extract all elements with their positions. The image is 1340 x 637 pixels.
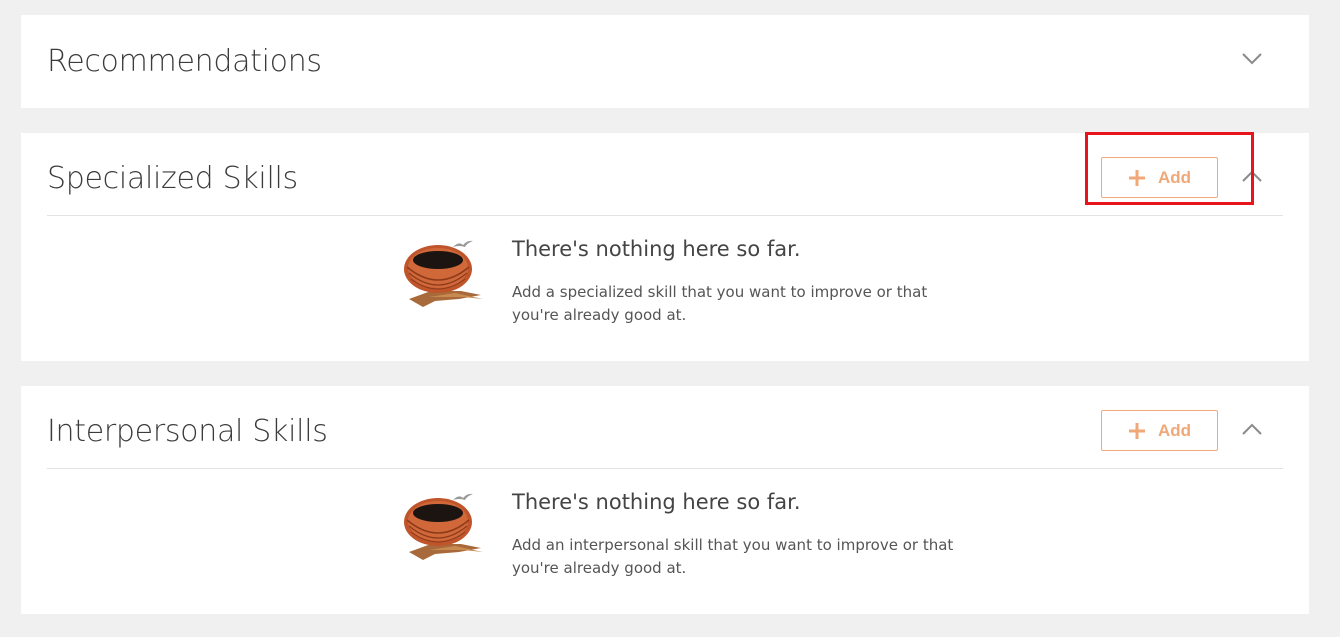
chevron-up-icon[interactable]: [1237, 414, 1267, 444]
bird-nest-illustration: [404, 493, 483, 560]
section-divider: [47, 468, 1283, 469]
recommendations-section: Recommendations: [21, 15, 1309, 108]
empty-state-text: Add a specialized skill that you want to…: [512, 283, 928, 324]
empty-state: There's nothing here so far. Add an inte…: [401, 488, 1001, 588]
plus-icon: [1128, 169, 1146, 187]
empty-state: There's nothing here so far. Add a speci…: [401, 235, 1001, 335]
add-interpersonal-skill-button[interactable]: Add: [1101, 410, 1218, 451]
recommendations-title: Recommendations: [47, 44, 322, 79]
chevron-up-icon[interactable]: [1237, 161, 1267, 191]
add-button-label: Add: [1157, 167, 1192, 187]
specialized-skills-title: Specialized Skills: [47, 161, 298, 196]
section-divider: [47, 215, 1283, 216]
add-button-label: Add: [1157, 420, 1192, 440]
plus-icon: [1128, 422, 1146, 440]
chevron-down-icon[interactable]: [1237, 44, 1267, 74]
empty-state-text: Add an interpersonal skill that you want…: [512, 536, 954, 577]
empty-state-title: There's nothing here so far.: [512, 237, 801, 261]
specialized-skills-section: Specialized Skills Add There's nothing h…: [21, 133, 1309, 361]
bird-nest-illustration: [404, 240, 483, 307]
interpersonal-skills-section: Interpersonal Skills Add There's nothing…: [21, 386, 1309, 614]
interpersonal-skills-title: Interpersonal Skills: [47, 414, 328, 449]
empty-state-title: There's nothing here so far.: [512, 490, 801, 514]
add-specialized-skill-button[interactable]: Add: [1101, 157, 1218, 198]
